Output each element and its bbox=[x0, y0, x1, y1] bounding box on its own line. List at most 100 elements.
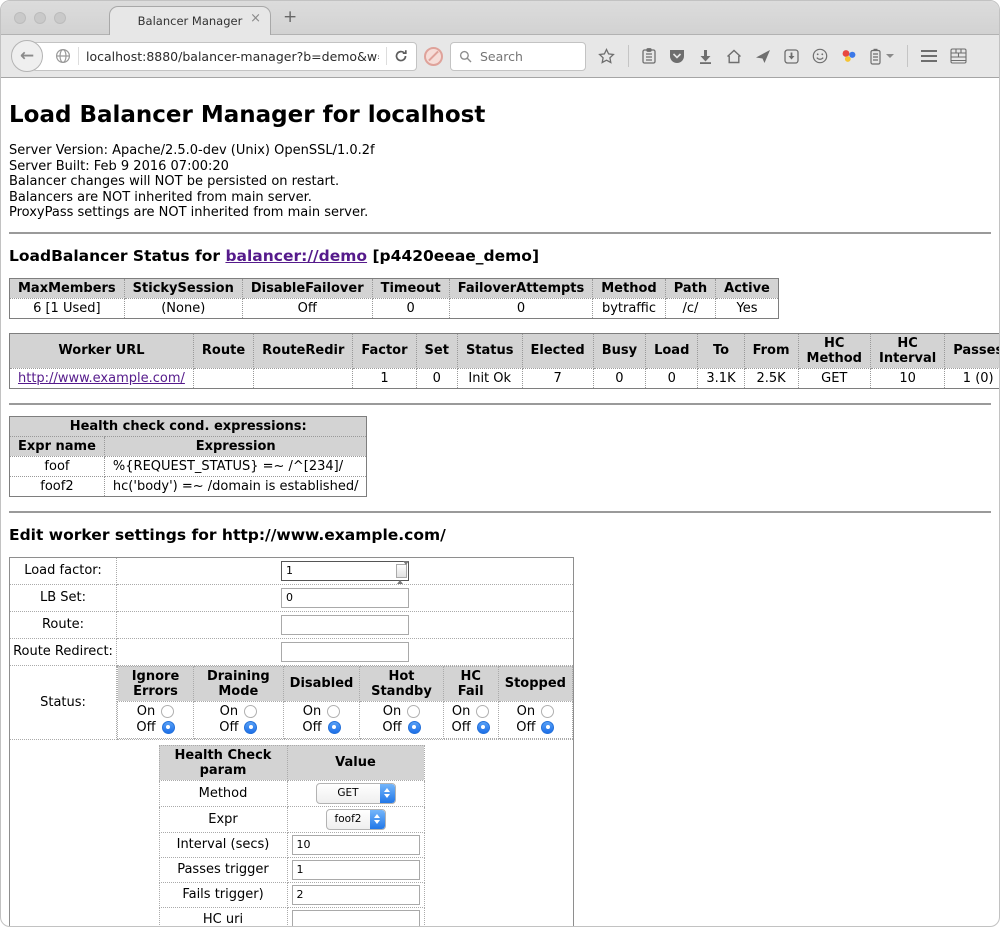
menu-icon[interactable] bbox=[921, 50, 937, 62]
search-input[interactable] bbox=[478, 48, 572, 65]
stopped-off-radio[interactable] bbox=[541, 721, 554, 734]
hc-expressions-table: Health check cond. expressions: Expr nam… bbox=[9, 416, 367, 497]
divider bbox=[9, 403, 991, 405]
method-select[interactable]: GET bbox=[316, 783, 396, 804]
col-header: HC Interval bbox=[870, 333, 944, 368]
hot-standby-on-radio[interactable] bbox=[407, 705, 420, 718]
url-text[interactable]: localhost:8880/balancer-manager?b=demo&w… bbox=[86, 49, 379, 64]
draining-mode-on-radio[interactable] bbox=[244, 705, 257, 718]
param-label: Fails trigger) bbox=[159, 882, 287, 907]
toolbar-separator bbox=[628, 45, 629, 67]
fails-input[interactable] bbox=[292, 885, 420, 905]
radio-label: On bbox=[137, 704, 155, 720]
url-divider bbox=[386, 47, 387, 65]
balancer-params-table: MaxMembers StickySession DisableFailover… bbox=[9, 278, 779, 319]
health-row: Fails trigger) bbox=[159, 882, 424, 907]
cell: 6 [1 Used] bbox=[10, 298, 125, 318]
chevron-down-icon[interactable] bbox=[886, 54, 894, 58]
radio-label: On bbox=[220, 704, 238, 720]
col-header: Stopped bbox=[498, 666, 572, 701]
load-factor-field bbox=[281, 561, 409, 581]
balancer-link[interactable]: balancer://demo bbox=[225, 247, 367, 265]
minimize-window-button[interactable] bbox=[34, 12, 46, 24]
battery-status-icon[interactable] bbox=[870, 48, 881, 65]
hc-uri-input[interactable] bbox=[292, 910, 420, 927]
cell: 0 bbox=[593, 368, 645, 388]
health-row: Method GET bbox=[159, 780, 424, 806]
ignore-errors-off-radio[interactable] bbox=[162, 721, 175, 734]
cell: GET bbox=[798, 368, 870, 388]
worker-url-link[interactable]: http://www.example.com/ bbox=[18, 371, 185, 386]
blocked-content-icon[interactable] bbox=[424, 47, 443, 66]
site-identity-globe-icon[interactable] bbox=[55, 48, 71, 64]
close-window-button[interactable] bbox=[14, 12, 26, 24]
number-stepper-icon[interactable] bbox=[396, 564, 407, 578]
colored-dots-icon[interactable] bbox=[841, 48, 857, 64]
feedback-smiley-icon[interactable] bbox=[812, 48, 828, 64]
route-redirect-input[interactable] bbox=[281, 642, 409, 662]
back-button[interactable]: ← bbox=[11, 40, 43, 72]
disabled-off-radio[interactable] bbox=[328, 721, 341, 734]
disabled-on-radio[interactable] bbox=[327, 705, 340, 718]
param-label: Interval (secs) bbox=[159, 832, 287, 857]
col-header: Load bbox=[646, 333, 698, 368]
download-icon[interactable] bbox=[698, 49, 713, 64]
new-tab-button[interactable]: + bbox=[283, 9, 297, 26]
col-header: From bbox=[744, 333, 798, 368]
ignore-errors-on-radio[interactable] bbox=[161, 705, 174, 718]
expr-value: hc('body') =~ /domain is established/ bbox=[104, 476, 367, 496]
expr-select[interactable]: foof2 bbox=[326, 809, 386, 830]
health-check-table: Health Check param Value Method GET bbox=[159, 745, 425, 927]
field-label: Load factor: bbox=[10, 557, 117, 584]
radio-label: Off bbox=[219, 720, 238, 736]
field-label: Route: bbox=[10, 611, 117, 638]
tiles-grid-icon[interactable] bbox=[950, 48, 967, 64]
col-header: To bbox=[698, 333, 744, 368]
col-header: MaxMembers bbox=[10, 278, 125, 298]
page-content: Load Balancer Manager for localhost Serv… bbox=[1, 102, 999, 927]
route-input[interactable] bbox=[281, 615, 409, 635]
interval-input[interactable] bbox=[292, 835, 420, 855]
hc-fail-on-radio[interactable] bbox=[476, 705, 489, 718]
browser-tab[interactable]: Balancer Manager × bbox=[109, 6, 271, 35]
search-bar[interactable] bbox=[450, 42, 586, 71]
passes-input[interactable] bbox=[292, 860, 420, 880]
home-icon[interactable] bbox=[726, 49, 742, 64]
hot-standby-off-radio[interactable] bbox=[408, 721, 421, 734]
hc-fail-off-radio[interactable] bbox=[477, 721, 490, 734]
field-label: Status: bbox=[10, 665, 117, 739]
col-header: Method bbox=[593, 278, 665, 298]
col-header: StickySession bbox=[124, 278, 242, 298]
window-controls bbox=[14, 12, 66, 24]
workers-table: Worker URL Route RouteRedir Factor Set S… bbox=[9, 333, 1000, 389]
cell: Init Ok bbox=[457, 368, 522, 388]
form-row: Route Redirect: bbox=[10, 638, 574, 665]
radio-label: Off bbox=[382, 720, 401, 736]
url-bar[interactable]: localhost:8880/balancer-manager?b=demo&w… bbox=[32, 42, 417, 71]
select-value: GET bbox=[317, 787, 380, 799]
health-row: Interval (secs) bbox=[159, 832, 424, 857]
send-plane-icon[interactable] bbox=[755, 49, 771, 64]
col-header: Set bbox=[416, 333, 457, 368]
tab-close-icon[interactable]: × bbox=[250, 12, 261, 25]
load-factor-input[interactable] bbox=[281, 561, 409, 581]
reload-icon[interactable] bbox=[394, 49, 408, 63]
edit-worker-heading: Edit worker settings for http://www.exam… bbox=[9, 526, 991, 544]
radio-label: Off bbox=[302, 720, 321, 736]
col-header: Elected bbox=[522, 333, 593, 368]
field-label: Route Redirect: bbox=[10, 638, 117, 665]
form-row: Load factor: bbox=[10, 557, 574, 584]
lb-set-input[interactable] bbox=[281, 588, 409, 608]
radio-label: Off bbox=[452, 720, 471, 736]
bookmark-star-icon[interactable] bbox=[598, 48, 615, 65]
draining-mode-off-radio[interactable] bbox=[244, 721, 257, 734]
cell: 3.1K bbox=[698, 368, 744, 388]
panel-download-icon[interactable] bbox=[784, 49, 799, 64]
param-label: Expr bbox=[159, 806, 287, 832]
tab-title: Balancer Manager bbox=[138, 14, 243, 28]
col-header: Active bbox=[716, 278, 779, 298]
reading-list-icon[interactable] bbox=[642, 48, 656, 64]
stopped-on-radio[interactable] bbox=[541, 705, 554, 718]
pocket-icon[interactable] bbox=[669, 49, 685, 64]
maximize-window-button[interactable] bbox=[54, 12, 66, 24]
